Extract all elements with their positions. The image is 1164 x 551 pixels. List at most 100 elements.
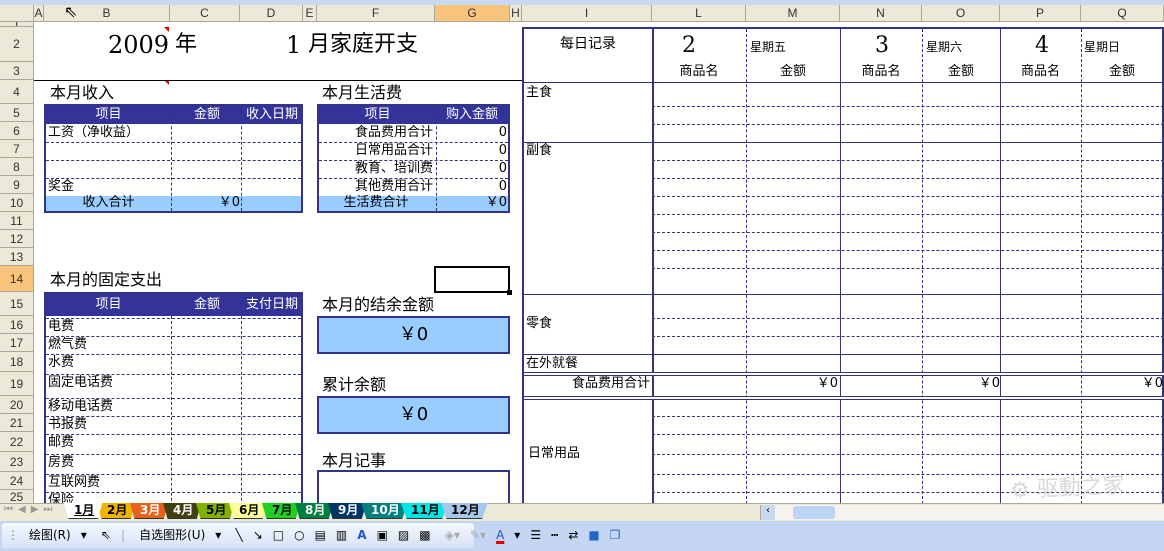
column-header-O[interactable]: O (922, 5, 1000, 22)
living-item: 教育、培训费 (354, 161, 433, 176)
arrow-style-icon[interactable]: ⇄ (568, 523, 578, 548)
sheet-tab-8月[interactable]: 8月 (295, 503, 334, 519)
row-header-21[interactable]: 21 (0, 414, 34, 432)
row-header-15[interactable]: 15 (0, 292, 34, 316)
column-header-L[interactable]: L (652, 5, 746, 22)
line-style-icon[interactable]: ☰ (530, 523, 541, 548)
row-header-4[interactable]: 4 (0, 80, 34, 104)
living-value: 0 (498, 143, 507, 158)
column-header-D[interactable]: D (240, 5, 303, 22)
line-color-icon[interactable]: ✎▾ (470, 523, 486, 548)
section-divider (524, 294, 1164, 295)
picture-icon[interactable]: ▩ (419, 523, 430, 548)
column-header-E[interactable]: E (303, 5, 317, 22)
arrow-icon[interactable]: ↘ (253, 523, 263, 548)
fixed-item[interactable]: 水费 (48, 354, 74, 372)
draw-menu[interactable]: 绘图(R) (29, 523, 71, 548)
oval-icon[interactable]: ○ (294, 523, 304, 548)
sheet-tab-10月[interactable]: 10月 (361, 503, 408, 519)
column-header-N[interactable]: N (840, 5, 922, 22)
fixed-item[interactable]: 固定电话费 (48, 374, 113, 392)
row-header-19[interactable]: 19 (0, 372, 34, 396)
column-header-Q[interactable]: Q (1081, 5, 1164, 22)
horizontal-scrollbar[interactable]: ‹ (760, 505, 1164, 520)
row-header-13[interactable]: 13 (0, 248, 34, 266)
row-header-14[interactable]: 14 (0, 266, 34, 292)
column-header-F[interactable]: F (317, 5, 435, 22)
selected-cell-G14[interactable] (434, 266, 510, 293)
row-header-16[interactable]: 16 (0, 316, 34, 334)
row-header-7[interactable]: 7 (0, 140, 34, 158)
fill-color-icon[interactable]: ◈▾ (445, 523, 460, 548)
row-header-9[interactable]: 9 (0, 176, 34, 194)
food-total-label: 食品费用合计 (571, 376, 650, 391)
vertical-textbox-icon[interactable]: ▥ (336, 523, 347, 548)
sheet-tab-4月[interactable]: 4月 (163, 503, 202, 519)
living-table: 项目 购入金额 食品费用合计 0 日常用品合计 0 教育、培训费 0 其他费用合… (317, 104, 510, 213)
scroll-left-icon[interactable]: ‹ (761, 505, 775, 520)
dropdown-icon[interactable]: ▾ (215, 523, 221, 548)
fixed-item[interactable]: 电费 (48, 318, 74, 336)
comment-indicator-icon[interactable] (164, 27, 169, 32)
tab-scroll-buttons[interactable]: ⏮◀▶⏭ (4, 504, 57, 515)
row-header-10[interactable]: 10 (0, 194, 34, 212)
row-header-11[interactable]: 11 (0, 212, 34, 230)
income-item[interactable]: 工资（净收益） (48, 124, 139, 142)
sheet-tab-3月[interactable]: 3月 (130, 503, 169, 519)
sheet-tab-7月[interactable]: 7月 (262, 503, 301, 519)
row-header-12[interactable]: 12 (0, 230, 34, 248)
category-snacks: 零食 (526, 316, 553, 331)
sheet-tab-12月[interactable]: 12月 (441, 503, 488, 519)
clipart-icon[interactable]: ▨ (398, 523, 409, 548)
row-divider (524, 82, 1164, 83)
row-header-20[interactable]: 20 (0, 396, 34, 414)
dropdown-icon[interactable]: ▾ (81, 523, 87, 548)
row-header-6[interactable]: 6 (0, 122, 34, 140)
row-header-5[interactable]: 5 (0, 104, 34, 122)
column-header-C[interactable]: C (170, 5, 240, 22)
fixed-item[interactable]: 房费 (48, 454, 74, 472)
column-header-I[interactable]: I (522, 5, 652, 22)
row-header-23[interactable]: 23 (0, 452, 34, 472)
line-icon[interactable]: ╲ (235, 523, 242, 548)
rectangle-icon[interactable]: □ (273, 523, 284, 548)
row-header-18[interactable]: 18 (0, 352, 34, 372)
column-header-A[interactable]: A (34, 5, 44, 22)
row-header-2[interactable]: 2 (0, 27, 34, 62)
column-header-G[interactable]: G (435, 5, 510, 22)
select-all-corner[interactable] (0, 5, 34, 22)
row-header-17[interactable]: 17 (0, 334, 34, 352)
wordart-icon[interactable]: A (357, 523, 366, 548)
sheet-tab-5月[interactable]: 5月 (196, 503, 235, 519)
sheet-tab-1月[interactable]: 1月 (64, 503, 103, 519)
fixed-item[interactable]: 移动电话费 (48, 398, 113, 416)
row-header-22[interactable]: 22 (0, 432, 34, 452)
sheet-tab-2月[interactable]: 2月 (97, 503, 136, 519)
fill-handle[interactable] (507, 290, 512, 295)
sheet-tab-11月[interactable]: 11月 (401, 503, 448, 519)
dropdown-icon[interactable]: ▾ (514, 523, 520, 548)
fixed-item[interactable]: 互联网费 (48, 474, 100, 492)
dash-style-icon[interactable]: ┅ (551, 523, 558, 548)
font-color-icon[interactable]: A (496, 523, 504, 548)
column-header-M[interactable]: M (746, 5, 840, 22)
diagram-icon[interactable]: ▣ (377, 523, 388, 548)
fixed-item[interactable]: 燃气费 (48, 336, 87, 354)
textbox-icon[interactable]: ▤ (315, 523, 326, 548)
select-pointer-icon[interactable]: ⇖ (101, 523, 111, 548)
column-header-B[interactable]: B (44, 5, 170, 22)
shadow-icon[interactable]: ■ (588, 523, 599, 548)
autoshapes-menu[interactable]: 自选图形(U) (139, 523, 205, 548)
row-header-24[interactable]: 24 (0, 472, 34, 490)
sheet-tab-9月[interactable]: 9月 (328, 503, 367, 519)
column-header-P[interactable]: P (1000, 5, 1081, 22)
column-header-H[interactable]: H (510, 5, 522, 22)
fixed-item[interactable]: 书报费 (48, 416, 87, 434)
scroll-thumb[interactable] (793, 506, 835, 519)
3d-icon[interactable]: ❒ (610, 523, 621, 548)
sheet-tab-6月[interactable]: 6月 (229, 503, 268, 519)
row-header-8[interactable]: 8 (0, 158, 34, 176)
row-divider (46, 416, 301, 417)
row-header-3[interactable]: 3 (0, 62, 34, 80)
fixed-item[interactable]: 邮费 (48, 434, 74, 452)
